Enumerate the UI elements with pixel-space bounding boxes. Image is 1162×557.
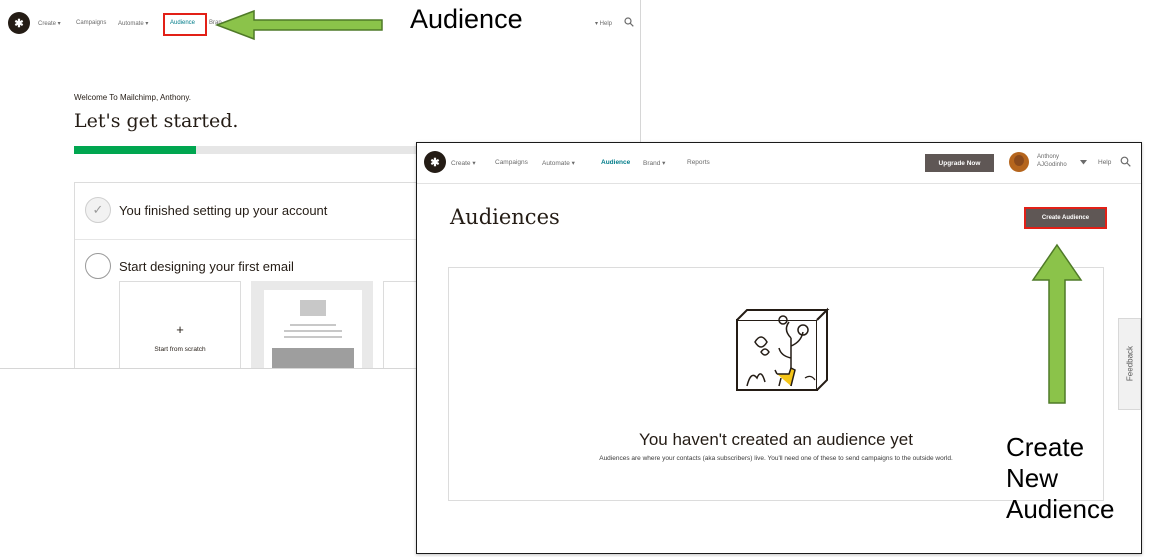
nav-automate[interactable]: Automate ▾: [542, 159, 575, 167]
nav-create[interactable]: Create ▾: [451, 159, 476, 167]
progress-fill: [74, 146, 197, 154]
page-title: Let's get started.: [74, 110, 239, 132]
account-name[interactable]: Anthony: [1037, 154, 1059, 160]
step-label: Start designing your first email: [119, 259, 294, 274]
start-from-scratch-label: Start from scratch: [154, 346, 206, 353]
up-pointing-arrow-icon: [1031, 243, 1083, 404]
search-icon[interactable]: [624, 17, 634, 27]
account-username[interactable]: AJGodinho: [1037, 162, 1067, 168]
nav-brand[interactable]: Brand ▾: [643, 159, 665, 167]
chevron-down-icon[interactable]: [1080, 160, 1087, 165]
onboarding-steps-card: ✓ You finished setting up your account S…: [74, 182, 443, 368]
page-title: Audiences: [450, 205, 560, 229]
nav-create[interactable]: Create ▾: [38, 20, 61, 27]
nav-automate[interactable]: Automate ▾: [118, 20, 148, 27]
upgrade-now-button[interactable]: Upgrade Now: [925, 154, 994, 172]
callout-line: Audience: [1006, 494, 1115, 524]
empty-state-title: You haven't created an audience yet: [639, 430, 913, 449]
plus-icon: +: [176, 322, 184, 337]
avatar[interactable]: [1009, 152, 1029, 172]
welcome-message: Welcome To Mailchimp, Anthony.: [74, 93, 191, 102]
nav-help[interactable]: Help: [1098, 159, 1111, 166]
checkmark-icon: ✓: [85, 197, 111, 223]
feedback-label: Feedback: [1125, 345, 1135, 382]
audience-illustration-icon: [736, 307, 830, 391]
audience-highlight-box: [163, 13, 207, 36]
mailchimp-logo-icon[interactable]: ✱: [424, 151, 446, 173]
callout-line: New: [1006, 463, 1059, 493]
template-tile[interactable]: [251, 281, 373, 368]
avatar-face: [1014, 155, 1024, 166]
audience-callout-label: Audience: [410, 4, 523, 34]
nav-reports[interactable]: Reports: [687, 159, 710, 166]
nav-help[interactable]: ▾ Help: [595, 20, 612, 27]
empty-circle-icon: [85, 253, 111, 279]
onboarding-progress-bar: [74, 146, 434, 154]
top-navigation: ✱ Create ▾ Campaigns Automate ▾ Audience…: [417, 143, 1141, 184]
step-label: You finished setting up your account: [119, 203, 328, 218]
nav-campaigns[interactable]: Campaigns: [495, 159, 528, 166]
nav-audience[interactable]: Audience: [601, 159, 630, 166]
start-from-scratch-tile[interactable]: + Start from scratch: [119, 281, 241, 368]
feedback-tab[interactable]: Feedback: [1118, 318, 1141, 410]
create-audience-button[interactable]: Create Audience: [1024, 207, 1107, 229]
search-icon[interactable]: [1120, 156, 1131, 167]
create-new-audience-callout-label: Create New Audience: [1006, 432, 1114, 525]
step-account-setup[interactable]: ✓ You finished setting up your account: [75, 183, 435, 240]
nav-campaigns[interactable]: Campaigns: [76, 20, 106, 26]
callout-line: Create: [1006, 432, 1085, 462]
empty-state-description: Audiences are where your contacts (aka s…: [599, 455, 953, 462]
template-thumbnail-icon: [264, 290, 362, 368]
mailchimp-logo-icon[interactable]: ✱: [8, 12, 30, 34]
left-pointing-arrow-icon: [214, 9, 383, 41]
